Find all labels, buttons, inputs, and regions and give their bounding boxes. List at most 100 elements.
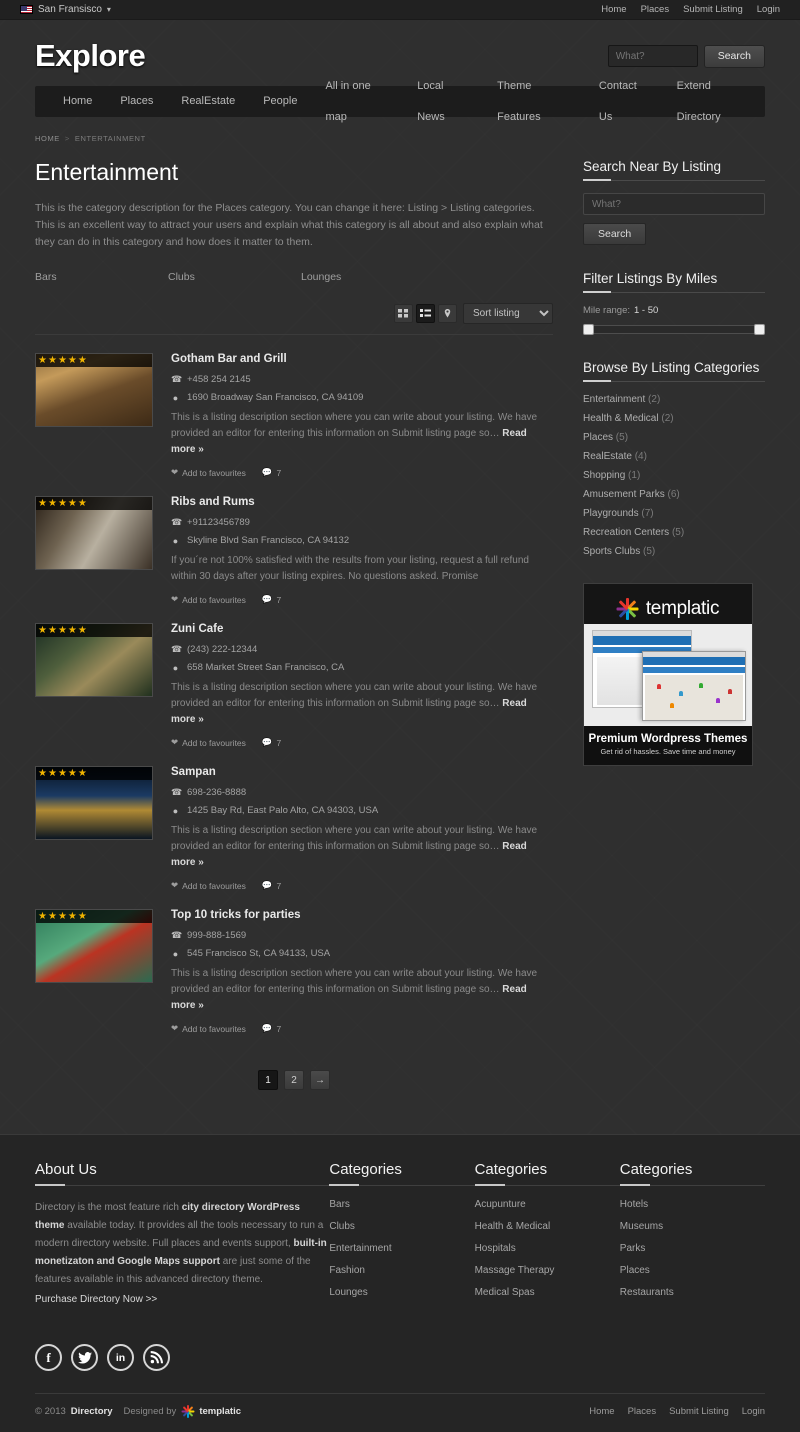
list-item[interactable]: ★ ★ ★ ★ ★ Ribs and Rums ☎ +91123456789 ● Skyli… <box>35 478 553 605</box>
add-to-favourites-label: Add to favourites <box>182 594 246 605</box>
footer-link[interactable]: Hospitals <box>475 1243 516 1254</box>
city-selector[interactable]: San Fransisco ▾ <box>20 4 111 15</box>
list-item: Health & Medical <box>475 1221 620 1232</box>
nav-item-home[interactable]: Home <box>49 86 106 117</box>
footer-link[interactable]: Fashion <box>329 1265 365 1276</box>
list-item[interactable]: ★ ★ ★ ★ ★ Top 10 tricks for parties ☎ 999-888… <box>35 891 553 1034</box>
twitter-icon[interactable] <box>71 1344 98 1371</box>
footer-link[interactable]: Museums <box>620 1221 663 1232</box>
category-link[interactable]: Amusement Parks <box>583 489 665 500</box>
purchase-directory-link[interactable]: Purchase Directory Now >> <box>35 1291 329 1309</box>
listing-thumbnail[interactable]: ★ ★ ★ ★ ★ <box>35 353 153 427</box>
subcategory-bars[interactable]: Bars <box>35 271 168 283</box>
ad-banner[interactable]: templatic Premium Wordpress Themes Get r… <box>583 583 753 766</box>
mile-range-value: 1 - 50 <box>634 305 659 316</box>
category-count: (4) <box>634 451 647 462</box>
category-link[interactable]: Recreation Centers <box>583 527 669 538</box>
category-link[interactable]: Places <box>583 432 613 443</box>
footer-nav-places[interactable]: Places <box>628 1406 657 1417</box>
pagination-page-2[interactable]: 2 <box>284 1070 304 1090</box>
listing-thumbnail[interactable]: ★ ★ ★ ★ ★ <box>35 909 153 983</box>
sidebar-search-input[interactable] <box>583 193 765 215</box>
footer-link[interactable]: Hotels <box>620 1199 648 1210</box>
footer-nav-login[interactable]: Login <box>742 1406 765 1417</box>
map-pin-icon[interactable] <box>438 304 457 323</box>
footer-link[interactable]: Clubs <box>329 1221 355 1232</box>
header-search-button[interactable]: Search <box>703 44 765 68</box>
category-count: (7) <box>641 508 654 519</box>
listing-title[interactable]: Ribs and Rums <box>171 496 553 508</box>
footer-link[interactable]: Restaurants <box>620 1287 674 1298</box>
footer-nav-submit-listing[interactable]: Submit Listing <box>669 1406 729 1417</box>
sort-listing-select[interactable]: Sort listing <box>463 303 553 324</box>
add-to-favourites-button[interactable]: ❤ Add to favourites <box>171 594 246 605</box>
category-link[interactable]: Sports Clubs <box>583 546 640 557</box>
listing-thumbnail[interactable]: ★ ★ ★ ★ ★ <box>35 766 153 840</box>
linkedin-icon[interactable]: in <box>107 1344 134 1371</box>
pagination-page-1[interactable]: 1 <box>258 1070 278 1090</box>
sidebar-search-button[interactable]: Search <box>583 223 647 245</box>
top-nav-item-places[interactable]: Places <box>641 4 670 15</box>
nav-item-realestate[interactable]: RealEstate <box>167 86 249 117</box>
listing-title[interactable]: Sampan <box>171 766 553 778</box>
page-title: Entertainment <box>35 159 179 185</box>
breadcrumb-home[interactable]: HOME <box>35 134 60 143</box>
comment-count-value: 7 <box>276 737 282 748</box>
slider-handle-max[interactable] <box>754 324 765 335</box>
list-item: Shopping (1) <box>583 470 765 481</box>
nav-item-places[interactable]: Places <box>106 86 167 117</box>
category-link[interactable]: Playgrounds <box>583 508 639 519</box>
comment-count[interactable]: 💬 7 <box>262 737 281 748</box>
footer-link[interactable]: Medical Spas <box>475 1287 535 1298</box>
category-link[interactable]: Health & Medical <box>583 413 659 424</box>
add-to-favourites-button[interactable]: ❤ Add to favourites <box>171 467 246 478</box>
category-link[interactable]: Entertainment <box>583 394 645 405</box>
footer-link[interactable]: Health & Medical <box>475 1221 551 1232</box>
list-item[interactable]: ★ ★ ★ ★ ★ Gotham Bar and Grill ☎ +458 254 214… <box>35 335 553 478</box>
footer-link[interactable]: Parks <box>620 1243 646 1254</box>
footer-link[interactable]: Entertainment <box>329 1243 391 1254</box>
listing-thumbnail[interactable]: ★ ★ ★ ★ ★ <box>35 496 153 570</box>
star-icon: ★ <box>38 910 47 922</box>
add-to-favourites-label: Add to favourites <box>182 467 246 478</box>
facebook-icon[interactable]: f <box>35 1344 62 1371</box>
footer-link[interactable]: Lounges <box>329 1287 367 1298</box>
add-to-favourites-button[interactable]: ❤ Add to favourites <box>171 737 246 748</box>
slider-handle-min[interactable] <box>583 324 594 335</box>
footer-link[interactable]: Acupunture <box>475 1199 526 1210</box>
comment-count[interactable]: 💬 7 <box>262 594 281 605</box>
footer-link[interactable]: Massage Therapy <box>475 1265 555 1276</box>
footer-link[interactable]: Bars <box>329 1199 350 1210</box>
comment-count[interactable]: 💬 7 <box>262 467 281 478</box>
rss-icon[interactable] <box>143 1344 170 1371</box>
pagination-next-button[interactable]: → <box>310 1070 330 1090</box>
list-item[interactable]: ★ ★ ★ ★ ★ Zuni Cafe ☎ (243) 222-12344 ● 658 Ma… <box>35 605 553 748</box>
add-to-favourites-button[interactable]: ❤ Add to favourites <box>171 880 246 891</box>
subcategory-lounges[interactable]: Lounges <box>301 271 434 283</box>
listing-title[interactable]: Gotham Bar and Grill <box>171 353 553 365</box>
top-nav-item-login[interactable]: Login <box>757 4 780 15</box>
listing-title[interactable]: Zuni Cafe <box>171 623 553 635</box>
listing-thumbnail[interactable]: ★ ★ ★ ★ ★ <box>35 623 153 697</box>
mile-range-slider[interactable] <box>583 324 765 335</box>
top-nav-item-home[interactable]: Home <box>601 4 626 15</box>
widget-divider <box>583 380 765 382</box>
phone-icon: ☎ <box>171 930 183 940</box>
footer-link[interactable]: Places <box>620 1265 650 1276</box>
subcategory-clubs[interactable]: Clubs <box>168 271 301 283</box>
comment-count[interactable]: 💬 7 <box>262 1023 281 1034</box>
category-link[interactable]: Shopping <box>583 470 625 481</box>
category-link[interactable]: RealEstate <box>583 451 632 462</box>
comment-count[interactable]: 💬 7 <box>262 880 281 891</box>
header-search-input[interactable] <box>607 45 698 67</box>
top-nav-item-submit-listing[interactable]: Submit Listing <box>683 4 743 15</box>
add-to-favourites-button[interactable]: ❤ Add to favourites <box>171 1023 246 1034</box>
listing-phone-value: (243) 222-12344 <box>187 644 258 655</box>
listing-title[interactable]: Top 10 tricks for parties <box>171 909 553 921</box>
grid-view-icon[interactable] <box>394 304 413 323</box>
nav-item-people[interactable]: People <box>249 86 311 117</box>
list-item[interactable]: ★ ★ ★ ★ ★ Sampan ☎ 698-236-8888 ● 1425 Bay Rd,… <box>35 748 553 891</box>
site-logo[interactable]: Explore <box>35 38 146 74</box>
footer-nav-home[interactable]: Home <box>589 1406 614 1417</box>
list-view-icon[interactable] <box>416 304 435 323</box>
